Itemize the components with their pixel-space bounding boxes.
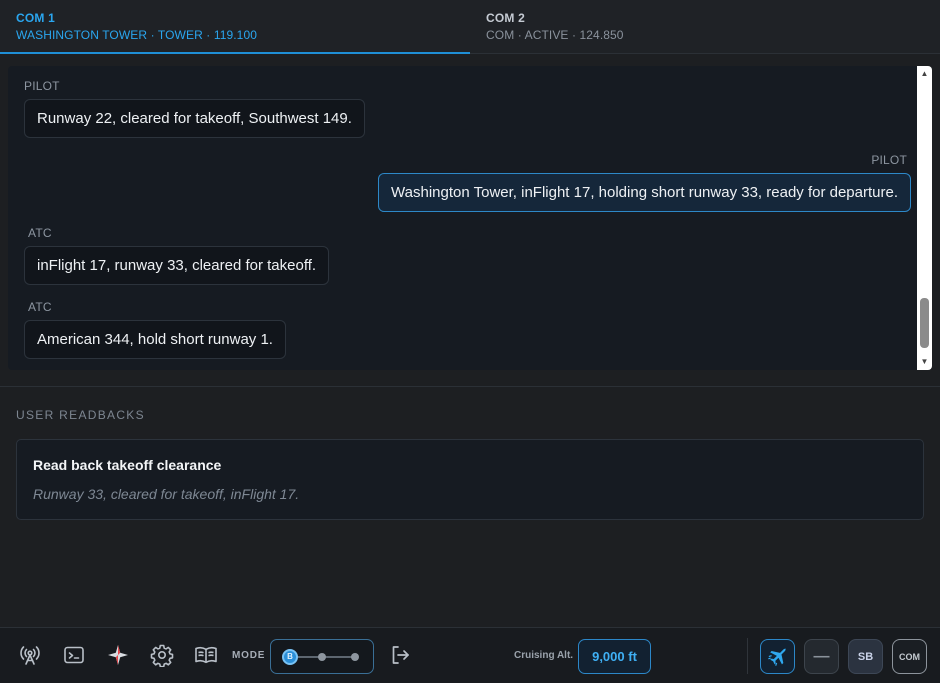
message-bubble: Runway 22, cleared for takeoff, Southwes… bbox=[24, 99, 365, 138]
tab-com2-name: COM 2 bbox=[486, 11, 526, 25]
readback-heading: Read back takeoff clearance bbox=[33, 457, 222, 473]
terminal-icon[interactable] bbox=[61, 642, 87, 668]
com-button[interactable]: COM bbox=[892, 639, 927, 674]
mode-slider[interactable]: B bbox=[270, 639, 374, 674]
message-bubble: American 344, hold short runway 1. bbox=[24, 320, 286, 359]
message-speaker: ATC bbox=[28, 300, 52, 314]
scroll-down-arrow-icon[interactable]: ▼ bbox=[919, 357, 930, 367]
message-speaker: ATC bbox=[28, 226, 52, 240]
transcript-panel: PILOT Runway 22, cleared for takeoff, So… bbox=[8, 66, 932, 370]
message-item: ATC inFlight 17, runway 33, cleared for … bbox=[24, 226, 330, 285]
tab-com1-subtitle: WASHINGTON TOWER · TOWER · 119.100 bbox=[16, 28, 258, 42]
logout-icon[interactable] bbox=[387, 642, 413, 668]
minus-button[interactable]: — bbox=[804, 639, 839, 674]
airplane-icon bbox=[767, 646, 789, 668]
cruising-altitude-button[interactable]: 9,000 ft bbox=[578, 639, 651, 674]
book-icon[interactable] bbox=[193, 642, 219, 668]
flight-mode-button[interactable] bbox=[760, 639, 795, 674]
bottom-toolbar: MODE B Cruising Alt. 9,000 ft — SB COM bbox=[0, 627, 940, 683]
message-item: PILOT Washington Tower, inFlight 17, hol… bbox=[378, 153, 911, 212]
tab-com1[interactable]: COM 1 WASHINGTON TOWER · TOWER · 119.100 bbox=[0, 0, 470, 54]
mode-label: MODE bbox=[232, 650, 266, 661]
message-bubble: Washington Tower, inFlight 17, holding s… bbox=[378, 173, 911, 212]
antenna-icon[interactable] bbox=[17, 642, 43, 668]
tab-com1-name: COM 1 bbox=[16, 11, 56, 25]
tab-com2[interactable]: COM 2 COM · ACTIVE · 124.850 bbox=[470, 0, 940, 54]
tab-com2-subtitle: COM · ACTIVE · 124.850 bbox=[486, 28, 624, 42]
sb-button[interactable]: SB bbox=[848, 639, 883, 674]
section-divider bbox=[0, 386, 940, 387]
mode-stop[interactable] bbox=[351, 653, 359, 661]
message-bubble: inFlight 17, runway 33, cleared for take… bbox=[24, 246, 330, 285]
gear-icon[interactable] bbox=[149, 642, 175, 668]
scroll-thumb[interactable] bbox=[920, 298, 929, 348]
message-speaker: PILOT bbox=[871, 153, 907, 167]
scroll-up-arrow-icon[interactable]: ▲ bbox=[919, 69, 930, 79]
transcript-scrollbar[interactable]: ▲ ▼ bbox=[917, 66, 932, 370]
readbacks-title: USER READBACKS bbox=[16, 408, 145, 422]
compass-icon[interactable] bbox=[105, 642, 131, 668]
toolbar-divider bbox=[747, 638, 748, 674]
com-tabs: COM 1 WASHINGTON TOWER · TOWER · 119.100… bbox=[0, 0, 940, 54]
message-item: ATC American 344, hold short runway 1. bbox=[24, 300, 286, 359]
readback-card[interactable]: Read back takeoff clearance Runway 33, c… bbox=[16, 439, 924, 520]
mode-slider-knob[interactable]: B bbox=[282, 649, 298, 665]
message-speaker: PILOT bbox=[24, 79, 60, 93]
cruising-altitude-label: Cruising Alt. bbox=[514, 650, 574, 661]
message-item: PILOT Runway 22, cleared for takeoff, So… bbox=[24, 79, 365, 138]
readback-text: Runway 33, cleared for takeoff, inFlight… bbox=[33, 486, 300, 502]
mode-stop[interactable] bbox=[318, 653, 326, 661]
